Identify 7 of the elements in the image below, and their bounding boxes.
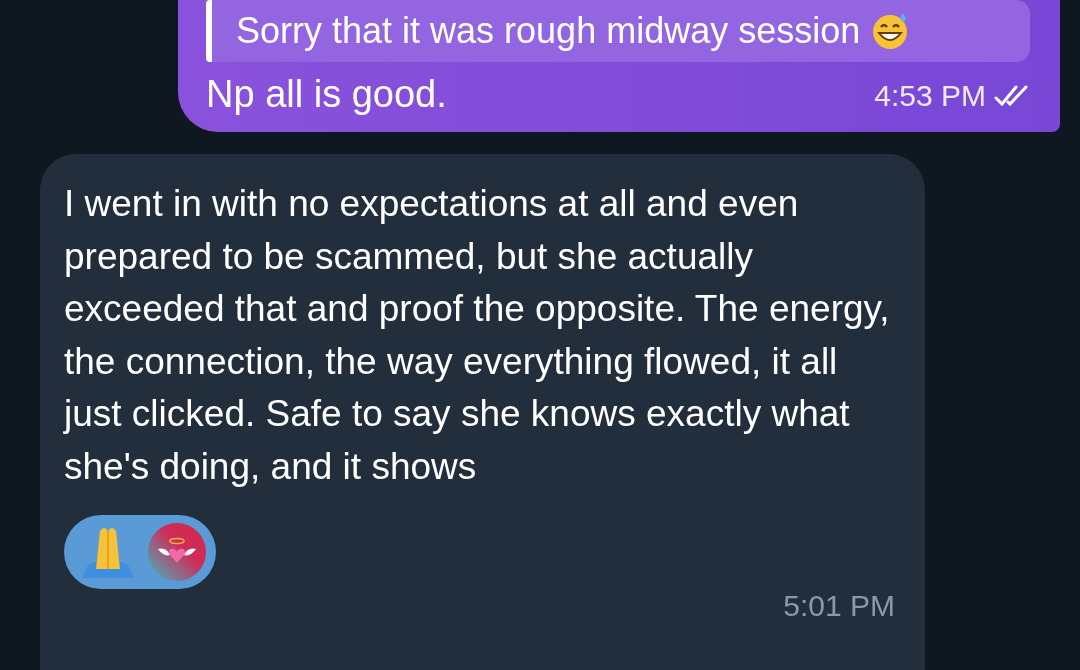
message-time: 5:01 PM [782,588,895,624]
message-time: 4:53 PM [874,78,986,114]
message-text: Np all is good. [206,72,447,117]
avatar-icon [148,523,206,581]
quote-text: Sorry that it was rough midway session [236,9,861,53]
message-text: I went in with no expectations at all and even prepared to be scammed, but she actually exceeded that and proof the opposite. The energy, the connection, the way everything flowed, it all just clicked. Safe to say she knows exactly what she's doing, and it shows [64,182,891,489]
quoted-message[interactable]: Sorry that it was rough midway session [206,0,1030,62]
